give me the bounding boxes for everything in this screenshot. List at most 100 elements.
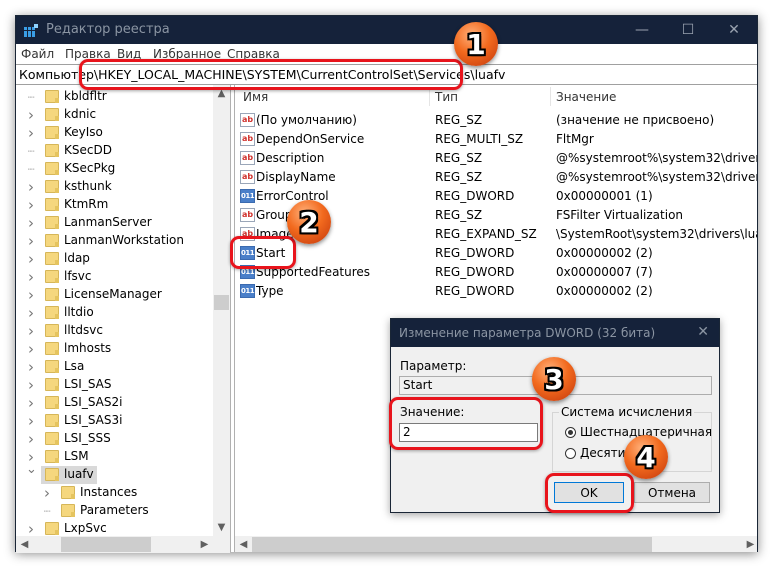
menu-edit[interactable]: Правка: [65, 47, 111, 61]
tree-item[interactable]: › Lsa: [16, 358, 213, 376]
tree-item[interactable]: › KtmRm: [16, 196, 213, 214]
value-row[interactable]: ab DependOnService REG_MULTI_SZ FltMgr: [235, 130, 757, 149]
value-row[interactable]: ab Description REG_SZ @%systemroot%\system3…: [235, 149, 757, 168]
chevron-right-icon[interactable]: ›: [26, 268, 36, 286]
tree-item[interactable]: › LanmanServer: [16, 214, 213, 232]
chevron-right-icon[interactable]: ›: [26, 196, 36, 214]
column-header-value[interactable]: Значение: [556, 90, 616, 104]
tree-item-label: KeyIso: [64, 125, 103, 139]
tree-item[interactable]: › LanmanWorkstation: [16, 232, 213, 250]
tree-item[interactable]: › ksthunk: [16, 178, 213, 196]
chevron-right-icon[interactable]: ›: [26, 214, 36, 232]
menu-favorites[interactable]: Избранное: [153, 47, 221, 61]
list-horizontal-scrollbar[interactable]: ◀ ▶: [235, 536, 757, 552]
scroll-down-icon[interactable]: ▼: [213, 519, 230, 536]
tree-item[interactable]: › KeyIso: [16, 124, 213, 142]
tree-item[interactable]: › LSI_SAS: [16, 376, 213, 394]
cancel-button[interactable]: Отмена: [634, 482, 710, 503]
chevron-right-icon[interactable]: ›: [42, 484, 52, 502]
chevron-right-icon[interactable]: ›: [26, 394, 36, 412]
value-row[interactable]: ab DisplayName REG_SZ @%systemroot%\system3…: [235, 168, 757, 187]
value-name: DisplayName: [256, 170, 336, 184]
tree-item[interactable]: › ldap: [16, 250, 213, 268]
tree-item[interactable]: ┈ Parameters: [16, 502, 213, 520]
chevron-right-icon[interactable]: ›: [26, 232, 36, 250]
value-row[interactable]: 011 Start REG_DWORD 0x00000002 (2): [235, 244, 757, 263]
tree-vertical-scrollbar[interactable]: ▲ ▼: [213, 85, 230, 536]
value-label: Значение:: [400, 405, 465, 419]
value-name: Type: [256, 284, 284, 298]
menu-view[interactable]: Вид: [117, 47, 141, 61]
chevron-right-icon[interactable]: ›: [26, 178, 36, 196]
chevron-right-icon[interactable]: ›: [26, 250, 36, 268]
tree-item[interactable]: ⌄ luafv: [16, 462, 213, 484]
menu-file[interactable]: Файл: [21, 47, 54, 61]
tree-item[interactable]: › LSI_SSS: [16, 430, 213, 448]
tree-item-label: luafv: [64, 467, 94, 481]
column-header-name[interactable]: Имя: [243, 90, 268, 104]
scroll-left-icon[interactable]: ◀: [16, 536, 33, 553]
scroll-right-icon[interactable]: ▶: [196, 536, 213, 553]
tree-item-label: Parameters: [80, 503, 149, 517]
tree-item[interactable]: › LicenseManager: [16, 286, 213, 304]
column-separator[interactable]: [550, 87, 551, 106]
tree-item[interactable]: › lmhosts: [16, 340, 213, 358]
chevron-right-icon[interactable]: ›: [26, 340, 36, 358]
value-row[interactable]: 011 Type REG_DWORD 0x00000002 (2): [235, 282, 757, 301]
dialog-close-icon[interactable]: ✕: [697, 324, 709, 340]
tree-item-label: Lsa: [64, 359, 85, 373]
value-row[interactable]: ab (По умолчанию) REG_SZ (значение не присв…: [235, 111, 757, 130]
value-row[interactable]: 011 SupportedFeatures REG_DWORD 0x00000007 …: [235, 263, 757, 282]
scroll-up-icon[interactable]: ▲: [213, 85, 230, 102]
value-type: REG_SZ: [435, 151, 483, 165]
radio-checked-icon[interactable]: [565, 426, 576, 438]
tree-item[interactable]: › lltdsvc: [16, 322, 213, 340]
chevron-right-icon[interactable]: ›: [26, 376, 36, 394]
tree-item[interactable]: › Instances: [16, 484, 213, 502]
scroll-left-icon[interactable]: ◀: [235, 536, 252, 552]
binary-value-icon: 011: [240, 246, 255, 260]
minimize-button[interactable]: —: [619, 16, 665, 44]
chevron-right-icon[interactable]: ›: [26, 358, 36, 376]
ok-button[interactable]: OK: [554, 482, 624, 503]
tree-item[interactable]: ┈ KSecDD: [16, 142, 213, 160]
maximize-button[interactable]: ☐: [665, 16, 711, 44]
tree-item[interactable]: › lfsvc: [16, 268, 213, 286]
tree-item[interactable]: › lltdio: [16, 304, 213, 322]
address-bar[interactable]: Компьютер\HKEY_LOCAL_MACHINE\SYSTEM\Curr…: [16, 64, 757, 85]
chevron-right-icon[interactable]: ›: [26, 430, 36, 448]
tree-horizontal-scrollbar[interactable]: ◀ ▶: [16, 536, 230, 553]
address-path[interactable]: Компьютер\HKEY_LOCAL_MACHINE\SYSTEM\Curr…: [19, 67, 505, 82]
radio-unchecked-icon[interactable]: [565, 447, 576, 459]
column-separator[interactable]: [429, 87, 430, 106]
step-badge-3: 3: [532, 357, 576, 401]
column-header-type[interactable]: Тип: [435, 90, 458, 104]
tree-connector-icon: ┈: [27, 90, 35, 104]
chevron-down-icon[interactable]: ⌄: [26, 462, 37, 477]
chevron-right-icon[interactable]: ›: [26, 286, 36, 304]
tree-item[interactable]: › LSI_SAS3i: [16, 412, 213, 430]
tree-item[interactable]: ┈ KSecPkg: [16, 160, 213, 178]
scroll-right-icon[interactable]: ▶: [742, 536, 757, 552]
chevron-right-icon[interactable]: ›: [26, 412, 36, 430]
tree-item-label: LanmanWorkstation: [64, 233, 184, 247]
tree-item[interactable]: ┈ kbldfltr: [16, 88, 213, 106]
chevron-right-icon[interactable]: ›: [26, 106, 36, 124]
tree-hscroll-thumb[interactable]: [61, 537, 151, 552]
chevron-right-icon[interactable]: ›: [26, 304, 36, 322]
tree-item[interactable]: › LSM: [16, 448, 213, 466]
close-button[interactable]: ✕: [711, 16, 757, 44]
value-data-input[interactable]: 2: [399, 423, 538, 442]
chevron-right-icon[interactable]: ›: [26, 322, 36, 340]
value-value: @%systemroot%\system32\drivers\luafv.sys: [556, 151, 757, 165]
folder-icon: [45, 108, 59, 121]
tree-item[interactable]: › kdnic: [16, 106, 213, 124]
menu-help[interactable]: Справка: [227, 47, 280, 61]
chevron-right-icon[interactable]: ›: [26, 124, 36, 142]
value-type: REG_SZ: [435, 113, 483, 127]
list-hscroll-thumb[interactable]: [252, 537, 652, 552]
tree-scroll-thumb[interactable]: [214, 295, 229, 310]
tree-item-label: lmhosts: [64, 341, 112, 355]
folder-icon: [45, 522, 59, 535]
tree-item[interactable]: › LSI_SAS2i: [16, 394, 213, 412]
